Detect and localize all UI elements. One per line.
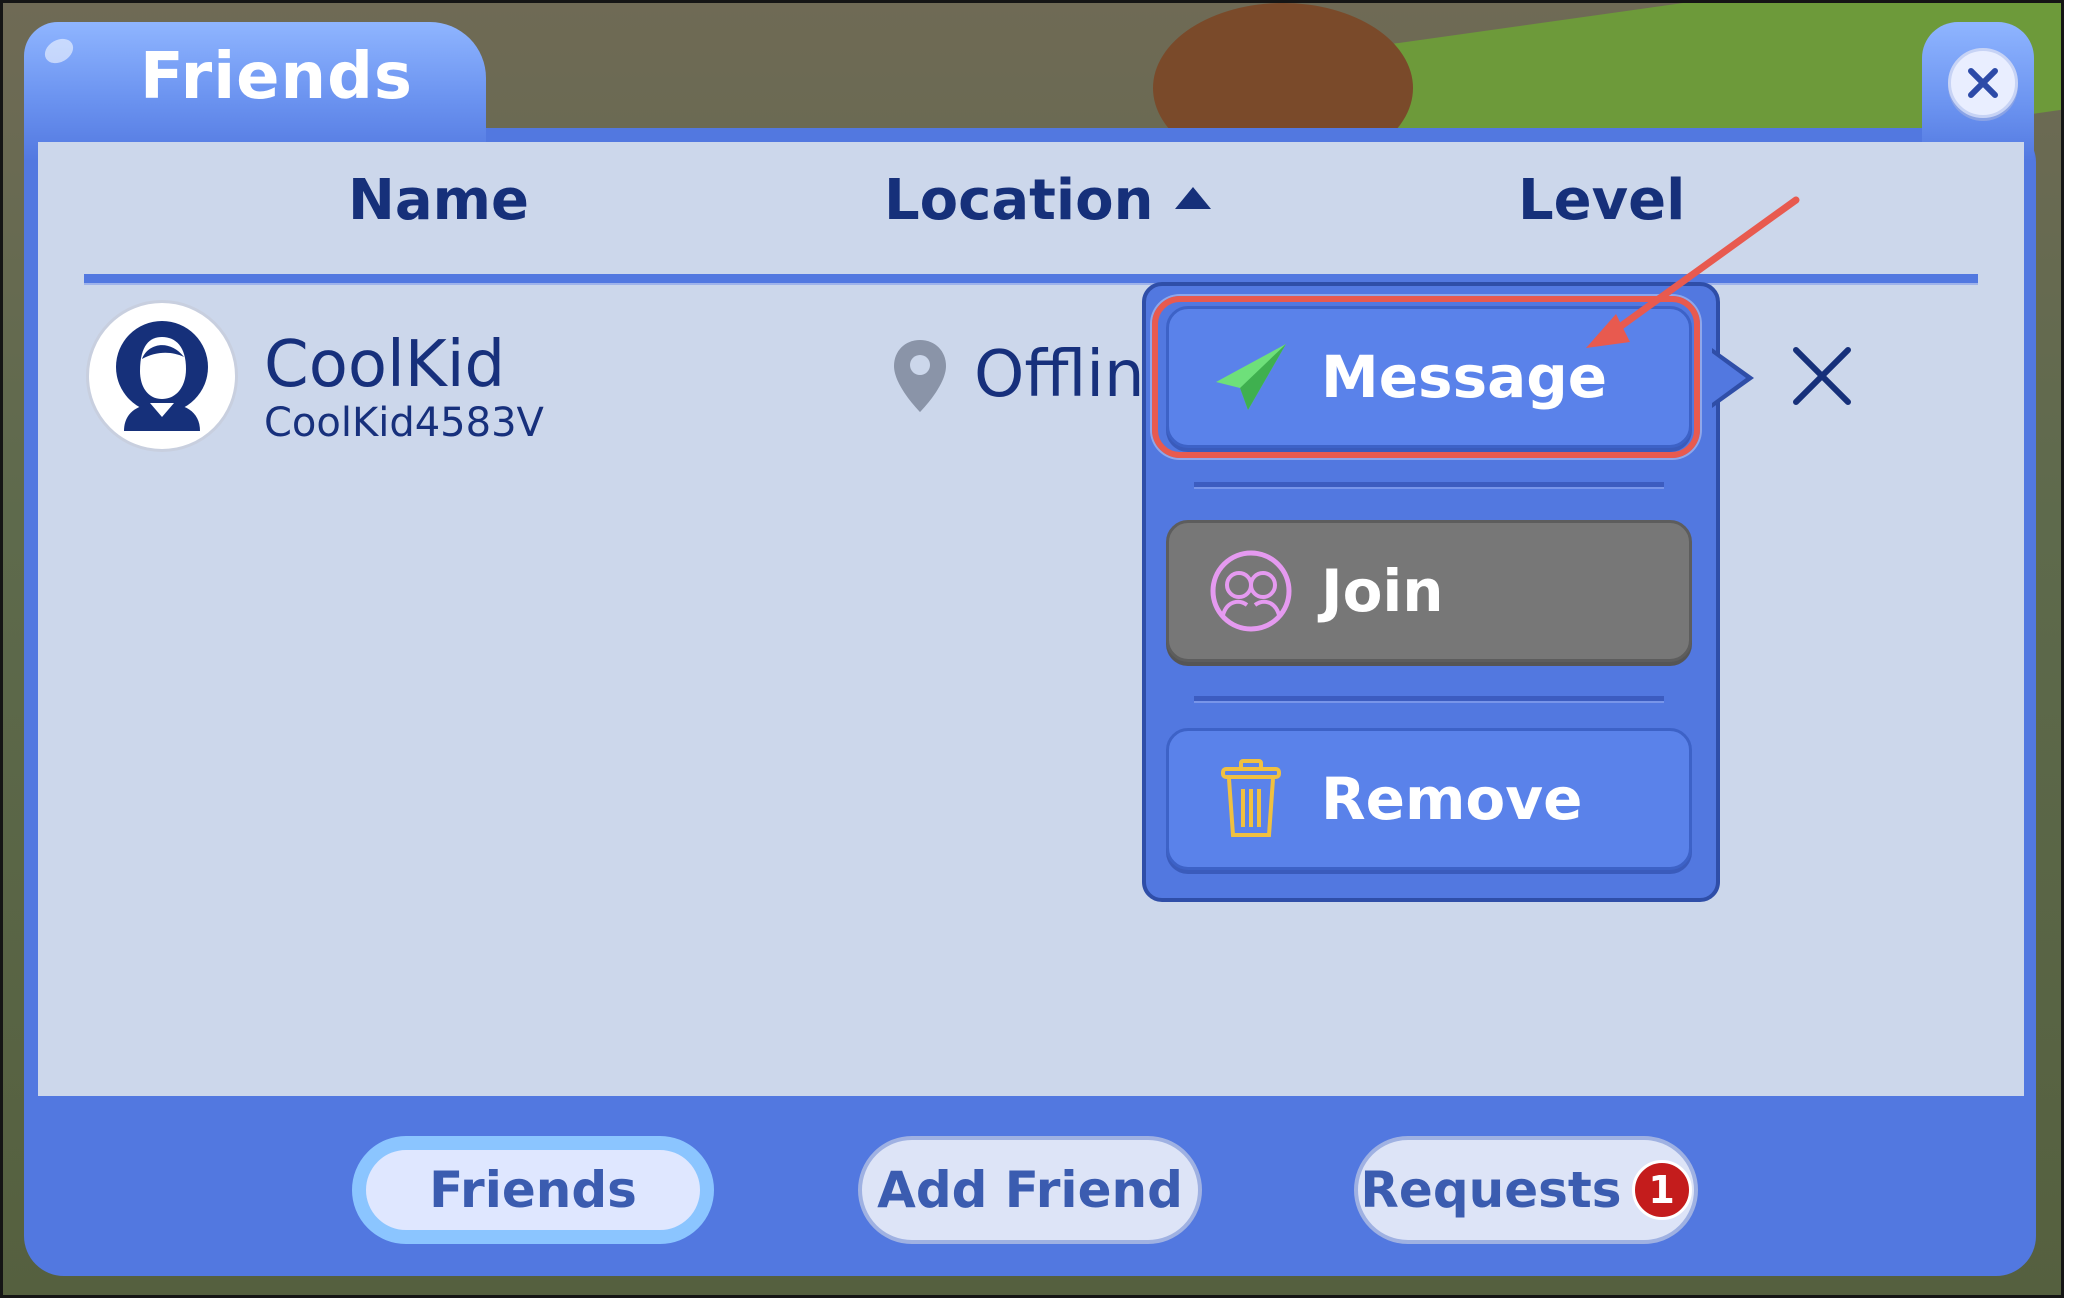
- requests-count-badge: 1: [1631, 1160, 1692, 1220]
- tab-add-friend[interactable]: Add Friend: [858, 1136, 1202, 1244]
- annotation-arrow: [1586, 196, 1800, 348]
- tab-friends[interactable]: Friends: [352, 1136, 714, 1244]
- tab-requests[interactable]: Requests 1: [1354, 1136, 1698, 1244]
